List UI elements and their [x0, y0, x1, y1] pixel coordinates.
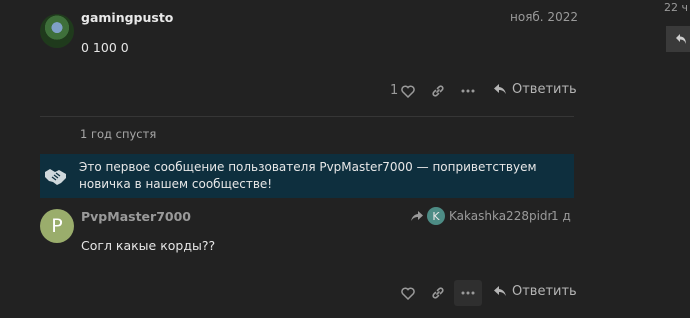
- reply-to-indicator[interactable]: K Kakashka228pidr: [411, 207, 552, 225]
- timeline-back-button[interactable]: [666, 26, 690, 52]
- handshake-icon: [44, 166, 68, 190]
- ellipsis-icon: [454, 280, 482, 306]
- reply-button[interactable]: Ответить: [494, 284, 577, 299]
- ellipsis-icon[interactable]: [460, 82, 476, 100]
- reply-to-username: Kakashka228pidr: [449, 209, 553, 223]
- avatar-image: [40, 14, 74, 48]
- post-body: 0 100 0: [81, 40, 129, 55]
- heart-icon[interactable]: [400, 284, 416, 302]
- back-arrow-icon: [676, 34, 686, 44]
- post-date[interactable]: 1 д: [551, 209, 571, 223]
- time-gap: 1 год спустя: [80, 127, 157, 141]
- post-divider: [40, 116, 574, 117]
- reply-arrow-icon: [411, 210, 423, 221]
- reply-button[interactable]: Ответить: [494, 82, 577, 97]
- like-count[interactable]: 1: [390, 83, 398, 98]
- post-username[interactable]: gamingpusto: [81, 10, 173, 25]
- heart-icon[interactable]: [400, 82, 416, 100]
- avatar-pvpmaster7000[interactable]: P: [40, 209, 74, 243]
- notice-text: Это первое сообщение пользователя PvpMas…: [79, 160, 537, 191]
- link-icon[interactable]: [430, 284, 446, 302]
- link-icon[interactable]: [430, 82, 446, 100]
- post-body: Согл какые корды??: [81, 238, 216, 253]
- post-username[interactable]: PvpMaster7000: [81, 209, 191, 224]
- new-user-notice: Это первое сообщение пользователя PvpMas…: [40, 154, 574, 198]
- post-date[interactable]: нояб. 2022: [510, 10, 578, 24]
- reply-label: Ответить: [512, 284, 577, 299]
- more-button[interactable]: [454, 280, 482, 306]
- reply-arrow-icon: [494, 84, 506, 94]
- reply-arrow-icon: [494, 286, 506, 296]
- timeline-time-label: 22 ч н: [664, 1, 690, 14]
- avatar-gamingpusto[interactable]: [40, 14, 74, 48]
- reply-to-avatar: K: [427, 207, 445, 225]
- reply-label: Ответить: [512, 82, 577, 97]
